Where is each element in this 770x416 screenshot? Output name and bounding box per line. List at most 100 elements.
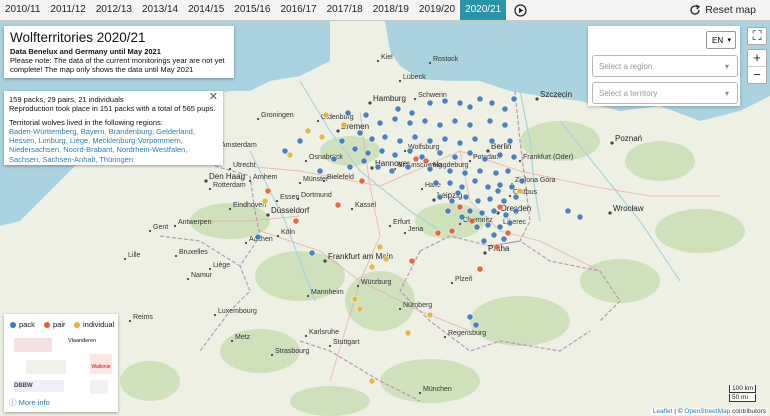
territory-pack[interactable] xyxy=(506,219,514,227)
territory-individual[interactable] xyxy=(368,263,376,271)
territory-pack[interactable] xyxy=(490,207,498,215)
territory-pack[interactable] xyxy=(480,237,488,245)
territory-pair[interactable] xyxy=(504,229,512,237)
territory-individual[interactable] xyxy=(322,111,330,119)
territory-individual[interactable] xyxy=(340,121,348,129)
territory-pack[interactable] xyxy=(381,133,389,141)
territory-pack[interactable] xyxy=(456,139,464,147)
territory-pair[interactable] xyxy=(408,257,416,265)
territory-pack[interactable] xyxy=(512,193,520,201)
reset-map-button[interactable]: Reset map xyxy=(689,0,756,20)
territory-pair[interactable] xyxy=(292,217,300,225)
territory-pack[interactable] xyxy=(494,187,502,195)
more-info-link[interactable]: ⓘ More info xyxy=(9,397,50,408)
territory-pack[interactable] xyxy=(360,157,368,165)
fullscreen-button[interactable]: ⛶ xyxy=(747,27,767,45)
territory-pack[interactable] xyxy=(500,235,508,243)
territory-pack[interactable] xyxy=(488,137,496,145)
territory-select[interactable]: Select a territory ▾ xyxy=(592,82,738,104)
year-tab[interactable]: 2010/11 xyxy=(0,0,45,20)
territory-pack[interactable] xyxy=(396,137,404,145)
territory-pack[interactable] xyxy=(462,193,470,201)
territory-pack[interactable] xyxy=(444,207,452,215)
territory-pack[interactable] xyxy=(436,121,444,129)
leaflet-link[interactable]: Leaflet xyxy=(653,408,673,415)
year-tab[interactable]: 2016/17 xyxy=(275,0,321,20)
territory-pack[interactable] xyxy=(466,121,474,129)
territory-pack[interactable] xyxy=(344,109,352,117)
stats-regions-list[interactable]: Baden-Württemberg, Bayern, Brandenburg, … xyxy=(9,127,218,164)
territory-pack[interactable] xyxy=(500,197,508,205)
territory-pair[interactable] xyxy=(468,217,476,225)
territory-individual[interactable] xyxy=(404,329,412,337)
territory-pack[interactable] xyxy=(362,111,370,119)
territory-pack[interactable] xyxy=(338,137,346,145)
territory-individual[interactable] xyxy=(286,151,294,159)
territory-pack[interactable] xyxy=(426,165,434,173)
year-tab[interactable]: 2015/16 xyxy=(229,0,275,20)
territory-pack[interactable] xyxy=(471,135,479,143)
year-tab[interactable]: 2018/19 xyxy=(368,0,414,20)
territory-pack[interactable] xyxy=(501,105,509,113)
territory-pack[interactable] xyxy=(456,99,464,107)
territory-individual[interactable] xyxy=(318,133,326,141)
territory-pack[interactable] xyxy=(473,223,481,231)
territory-pack[interactable] xyxy=(432,179,440,187)
territory-pack[interactable] xyxy=(404,163,412,171)
territory-pack[interactable] xyxy=(448,197,456,205)
territory-pack[interactable] xyxy=(496,223,504,231)
territory-pack[interactable] xyxy=(466,207,474,215)
territory-pack[interactable] xyxy=(364,149,372,157)
close-icon[interactable]: ✕ xyxy=(209,91,218,102)
territory-individual[interactable] xyxy=(376,243,384,251)
play-button[interactable] xyxy=(510,0,530,20)
territory-pack[interactable] xyxy=(490,231,498,239)
territory-pack[interactable] xyxy=(576,213,584,221)
territory-pack[interactable] xyxy=(486,117,494,125)
territory-pack[interactable] xyxy=(406,147,414,155)
territory-individual[interactable] xyxy=(382,255,390,263)
territory-pack[interactable] xyxy=(481,155,489,163)
territory-pair[interactable] xyxy=(334,201,342,209)
territory-pack[interactable] xyxy=(471,177,479,185)
territory-pack[interactable] xyxy=(478,209,486,217)
territory-pair[interactable] xyxy=(493,243,501,251)
year-tab-active[interactable]: 2020/21 xyxy=(460,0,507,20)
year-tab[interactable]: 2011/12 xyxy=(45,0,90,20)
territory-pack[interactable] xyxy=(518,177,526,185)
territory-pack[interactable] xyxy=(451,153,459,161)
territory-pack[interactable] xyxy=(474,197,482,205)
year-tab[interactable]: 2019/20 xyxy=(414,0,460,20)
territory-pack[interactable] xyxy=(466,149,474,157)
territory-pack[interactable] xyxy=(368,135,376,143)
territory-pack[interactable] xyxy=(408,109,416,117)
territory-individual[interactable] xyxy=(261,197,269,205)
territory-pack[interactable] xyxy=(446,179,454,187)
territory-pack[interactable] xyxy=(510,95,518,103)
territory-pack[interactable] xyxy=(458,213,466,221)
territory-pack[interactable] xyxy=(461,169,469,177)
territory-pack[interactable] xyxy=(492,169,500,177)
territory-pack[interactable] xyxy=(454,189,462,197)
territory-individual[interactable] xyxy=(304,127,312,135)
territory-pack[interactable] xyxy=(466,313,474,321)
territory-pack[interactable] xyxy=(421,117,429,125)
territory-pair[interactable] xyxy=(264,187,272,195)
territory-pack[interactable] xyxy=(436,149,444,157)
year-tab[interactable]: 2013/14 xyxy=(137,0,183,20)
territory-pack[interactable] xyxy=(406,119,414,127)
year-tab[interactable]: 2014/15 xyxy=(183,0,229,20)
territory-pair[interactable] xyxy=(358,177,366,185)
territory-pack[interactable] xyxy=(466,103,474,111)
territory-pack[interactable] xyxy=(441,135,449,143)
territory-pack[interactable] xyxy=(426,137,434,145)
territory-pack[interactable] xyxy=(488,99,496,107)
territory-pack[interactable] xyxy=(476,167,484,175)
territory-individual[interactable] xyxy=(516,187,524,195)
territory-pack[interactable] xyxy=(486,195,494,203)
territory-pack[interactable] xyxy=(484,183,492,191)
territory-pack[interactable] xyxy=(374,163,382,171)
territory-pack[interactable] xyxy=(508,183,516,191)
territory-pair[interactable] xyxy=(422,157,430,165)
territory-pack[interactable] xyxy=(472,321,480,329)
